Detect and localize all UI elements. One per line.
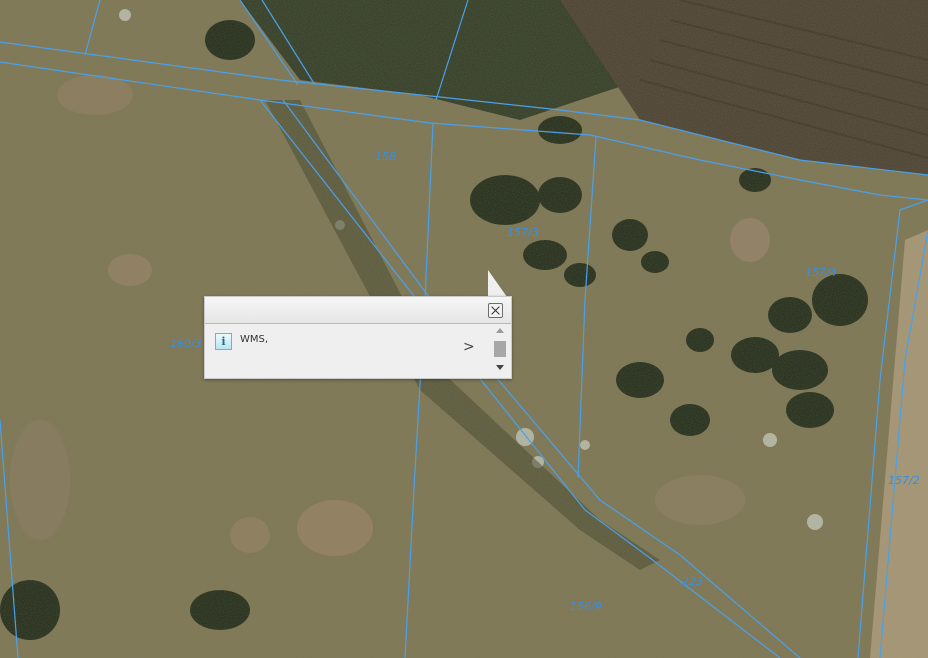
identify-popup: i WMS, > [204, 296, 512, 379]
close-icon[interactable] [488, 303, 503, 318]
result-text[interactable]: WMS, [240, 334, 268, 345]
parcel-label-156-9: 156/9 [570, 600, 602, 613]
parcel-label-157-2: 157/2 [888, 474, 920, 487]
popup-pointer [488, 270, 507, 297]
parcel-label-160-3: 160/3 [170, 337, 202, 350]
info-icon: i [215, 333, 232, 350]
popup-scrollbar[interactable] [494, 328, 506, 374]
scroll-down-arrow-icon[interactable] [496, 365, 504, 370]
parcel-label-223: 223 [682, 575, 703, 588]
scroll-thumb[interactable] [494, 341, 506, 357]
chevron-right-icon[interactable]: > [463, 340, 475, 354]
popup-header [205, 297, 511, 324]
popup-body: i WMS, > [205, 324, 511, 378]
parcel-label-158: 158 [375, 150, 396, 163]
parcel-label-157-4: 157/4 [805, 266, 837, 279]
parcel-label-157-3: 157/3 [507, 226, 539, 239]
scroll-up-arrow-icon[interactable] [496, 328, 504, 333]
